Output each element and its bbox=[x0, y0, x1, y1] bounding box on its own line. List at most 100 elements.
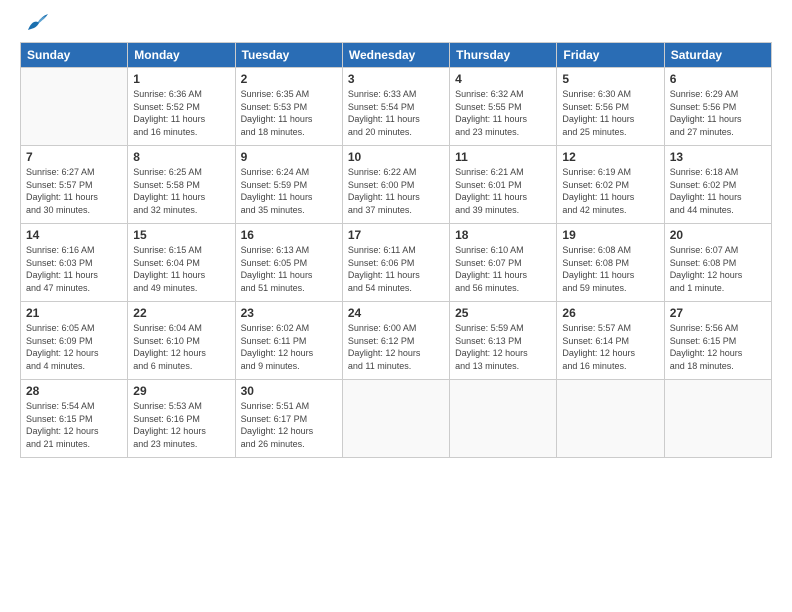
calendar-cell bbox=[664, 380, 771, 458]
day-info: Sunrise: 6:33 AM Sunset: 5:54 PM Dayligh… bbox=[348, 88, 444, 138]
day-info: Sunrise: 6:25 AM Sunset: 5:58 PM Dayligh… bbox=[133, 166, 229, 216]
calendar-cell: 4 Sunrise: 6:32 AM Sunset: 5:55 PM Daylig… bbox=[450, 68, 557, 146]
day-number: 3 bbox=[348, 72, 444, 86]
day-number: 6 bbox=[670, 72, 766, 86]
day-number: 30 bbox=[241, 384, 337, 398]
day-info: Sunrise: 5:57 AM Sunset: 6:14 PM Dayligh… bbox=[562, 322, 658, 372]
calendar-cell: 23 Sunrise: 6:02 AM Sunset: 6:11 PM Dayli… bbox=[235, 302, 342, 380]
week-row-4: 28Sunrise: 5:54 AM Sunset: 6:15 PM Dayli… bbox=[21, 380, 772, 458]
day-number: 22 bbox=[133, 306, 229, 320]
weekday-header-row: SundayMondayTuesdayWednesdayThursdayFrid… bbox=[21, 43, 772, 68]
day-number: 28 bbox=[26, 384, 122, 398]
day-info: Sunrise: 6:00 AM Sunset: 6:12 PM Dayligh… bbox=[348, 322, 444, 372]
weekday-header-monday: Monday bbox=[128, 43, 235, 68]
calendar-cell: 29 Sunrise: 5:53 AM Sunset: 6:16 PM Dayli… bbox=[128, 380, 235, 458]
calendar-cell: 14Sunrise: 6:16 AM Sunset: 6:03 PM Dayli… bbox=[21, 224, 128, 302]
day-info: Sunrise: 6:11 AM Sunset: 6:06 PM Dayligh… bbox=[348, 244, 444, 294]
weekday-header-wednesday: Wednesday bbox=[342, 43, 449, 68]
calendar-cell: 5 Sunrise: 6:30 AM Sunset: 5:56 PM Daylig… bbox=[557, 68, 664, 146]
day-info: Sunrise: 6:04 AM Sunset: 6:10 PM Dayligh… bbox=[133, 322, 229, 372]
calendar-cell: 25 Sunrise: 5:59 AM Sunset: 6:13 PM Dayli… bbox=[450, 302, 557, 380]
weekday-header-sunday: Sunday bbox=[21, 43, 128, 68]
day-number: 18 bbox=[455, 228, 551, 242]
calendar-cell: 18 Sunrise: 6:10 AM Sunset: 6:07 PM Dayli… bbox=[450, 224, 557, 302]
day-number: 15 bbox=[133, 228, 229, 242]
day-number: 10 bbox=[348, 150, 444, 164]
day-info: Sunrise: 6:36 AM Sunset: 5:52 PM Dayligh… bbox=[133, 88, 229, 138]
calendar-cell: 28Sunrise: 5:54 AM Sunset: 6:15 PM Dayli… bbox=[21, 380, 128, 458]
day-info: Sunrise: 6:24 AM Sunset: 5:59 PM Dayligh… bbox=[241, 166, 337, 216]
weekday-header-saturday: Saturday bbox=[664, 43, 771, 68]
weekday-header-thursday: Thursday bbox=[450, 43, 557, 68]
weekday-header-tuesday: Tuesday bbox=[235, 43, 342, 68]
calendar-cell: 24 Sunrise: 6:00 AM Sunset: 6:12 PM Dayli… bbox=[342, 302, 449, 380]
day-info: Sunrise: 6:02 AM Sunset: 6:11 PM Dayligh… bbox=[241, 322, 337, 372]
calendar-cell bbox=[21, 68, 128, 146]
day-number: 17 bbox=[348, 228, 444, 242]
week-row-2: 14Sunrise: 6:16 AM Sunset: 6:03 PM Dayli… bbox=[21, 224, 772, 302]
calendar-cell: 26Sunrise: 5:57 AM Sunset: 6:14 PM Dayli… bbox=[557, 302, 664, 380]
calendar-cell: 10 Sunrise: 6:22 AM Sunset: 6:00 PM Dayli… bbox=[342, 146, 449, 224]
calendar-cell: 13Sunrise: 6:18 AM Sunset: 6:02 PM Dayli… bbox=[664, 146, 771, 224]
day-info: Sunrise: 6:05 AM Sunset: 6:09 PM Dayligh… bbox=[26, 322, 122, 372]
day-number: 14 bbox=[26, 228, 122, 242]
day-number: 19 bbox=[562, 228, 658, 242]
day-number: 27 bbox=[670, 306, 766, 320]
calendar-cell: 21 Sunrise: 6:05 AM Sunset: 6:09 PM Dayli… bbox=[21, 302, 128, 380]
page: SundayMondayTuesdayWednesdayThursdayFrid… bbox=[0, 0, 792, 612]
day-info: Sunrise: 6:13 AM Sunset: 6:05 PM Dayligh… bbox=[241, 244, 337, 294]
calendar-cell: 2 Sunrise: 6:35 AM Sunset: 5:53 PM Daylig… bbox=[235, 68, 342, 146]
calendar: SundayMondayTuesdayWednesdayThursdayFrid… bbox=[20, 42, 772, 458]
day-number: 8 bbox=[133, 150, 229, 164]
day-number: 13 bbox=[670, 150, 766, 164]
day-info: Sunrise: 6:27 AM Sunset: 5:57 PM Dayligh… bbox=[26, 166, 122, 216]
calendar-cell: 22 Sunrise: 6:04 AM Sunset: 6:10 PM Dayli… bbox=[128, 302, 235, 380]
day-number: 11 bbox=[455, 150, 551, 164]
day-info: Sunrise: 5:51 AM Sunset: 6:17 PM Dayligh… bbox=[241, 400, 337, 450]
day-number: 24 bbox=[348, 306, 444, 320]
day-number: 7 bbox=[26, 150, 122, 164]
calendar-cell: 8 Sunrise: 6:25 AM Sunset: 5:58 PM Daylig… bbox=[128, 146, 235, 224]
calendar-cell bbox=[557, 380, 664, 458]
logo bbox=[20, 16, 50, 34]
weekday-header-friday: Friday bbox=[557, 43, 664, 68]
day-info: Sunrise: 6:15 AM Sunset: 6:04 PM Dayligh… bbox=[133, 244, 229, 294]
day-number: 12 bbox=[562, 150, 658, 164]
day-number: 29 bbox=[133, 384, 229, 398]
day-info: Sunrise: 6:21 AM Sunset: 6:01 PM Dayligh… bbox=[455, 166, 551, 216]
day-info: Sunrise: 6:22 AM Sunset: 6:00 PM Dayligh… bbox=[348, 166, 444, 216]
calendar-cell: 12 Sunrise: 6:19 AM Sunset: 6:02 PM Dayli… bbox=[557, 146, 664, 224]
calendar-cell: 16 Sunrise: 6:13 AM Sunset: 6:05 PM Dayli… bbox=[235, 224, 342, 302]
calendar-cell: 30 Sunrise: 5:51 AM Sunset: 6:17 PM Dayli… bbox=[235, 380, 342, 458]
day-number: 4 bbox=[455, 72, 551, 86]
day-number: 21 bbox=[26, 306, 122, 320]
day-info: Sunrise: 6:08 AM Sunset: 6:08 PM Dayligh… bbox=[562, 244, 658, 294]
calendar-cell: 3 Sunrise: 6:33 AM Sunset: 5:54 PM Daylig… bbox=[342, 68, 449, 146]
day-number: 1 bbox=[133, 72, 229, 86]
day-number: 23 bbox=[241, 306, 337, 320]
day-number: 5 bbox=[562, 72, 658, 86]
week-row-1: 7 Sunrise: 6:27 AM Sunset: 5:57 PM Daylig… bbox=[21, 146, 772, 224]
day-info: Sunrise: 6:10 AM Sunset: 6:07 PM Dayligh… bbox=[455, 244, 551, 294]
logo-bird-icon bbox=[24, 12, 50, 34]
calendar-cell: 15 Sunrise: 6:15 AM Sunset: 6:04 PM Dayli… bbox=[128, 224, 235, 302]
calendar-cell: 9Sunrise: 6:24 AM Sunset: 5:59 PM Daylig… bbox=[235, 146, 342, 224]
day-info: Sunrise: 5:59 AM Sunset: 6:13 PM Dayligh… bbox=[455, 322, 551, 372]
day-info: Sunrise: 6:32 AM Sunset: 5:55 PM Dayligh… bbox=[455, 88, 551, 138]
day-number: 16 bbox=[241, 228, 337, 242]
calendar-cell: 20Sunrise: 6:07 AM Sunset: 6:08 PM Dayli… bbox=[664, 224, 771, 302]
calendar-cell bbox=[450, 380, 557, 458]
calendar-cell: 11 Sunrise: 6:21 AM Sunset: 6:01 PM Dayli… bbox=[450, 146, 557, 224]
day-info: Sunrise: 6:19 AM Sunset: 6:02 PM Dayligh… bbox=[562, 166, 658, 216]
calendar-cell: 1 Sunrise: 6:36 AM Sunset: 5:52 PM Daylig… bbox=[128, 68, 235, 146]
day-info: Sunrise: 6:35 AM Sunset: 5:53 PM Dayligh… bbox=[241, 88, 337, 138]
day-info: Sunrise: 5:53 AM Sunset: 6:16 PM Dayligh… bbox=[133, 400, 229, 450]
calendar-cell: 19 Sunrise: 6:08 AM Sunset: 6:08 PM Dayli… bbox=[557, 224, 664, 302]
day-number: 25 bbox=[455, 306, 551, 320]
day-info: Sunrise: 6:30 AM Sunset: 5:56 PM Dayligh… bbox=[562, 88, 658, 138]
day-number: 2 bbox=[241, 72, 337, 86]
calendar-cell bbox=[342, 380, 449, 458]
header bbox=[20, 16, 772, 34]
day-info: Sunrise: 6:07 AM Sunset: 6:08 PM Dayligh… bbox=[670, 244, 766, 294]
week-row-0: 1 Sunrise: 6:36 AM Sunset: 5:52 PM Daylig… bbox=[21, 68, 772, 146]
